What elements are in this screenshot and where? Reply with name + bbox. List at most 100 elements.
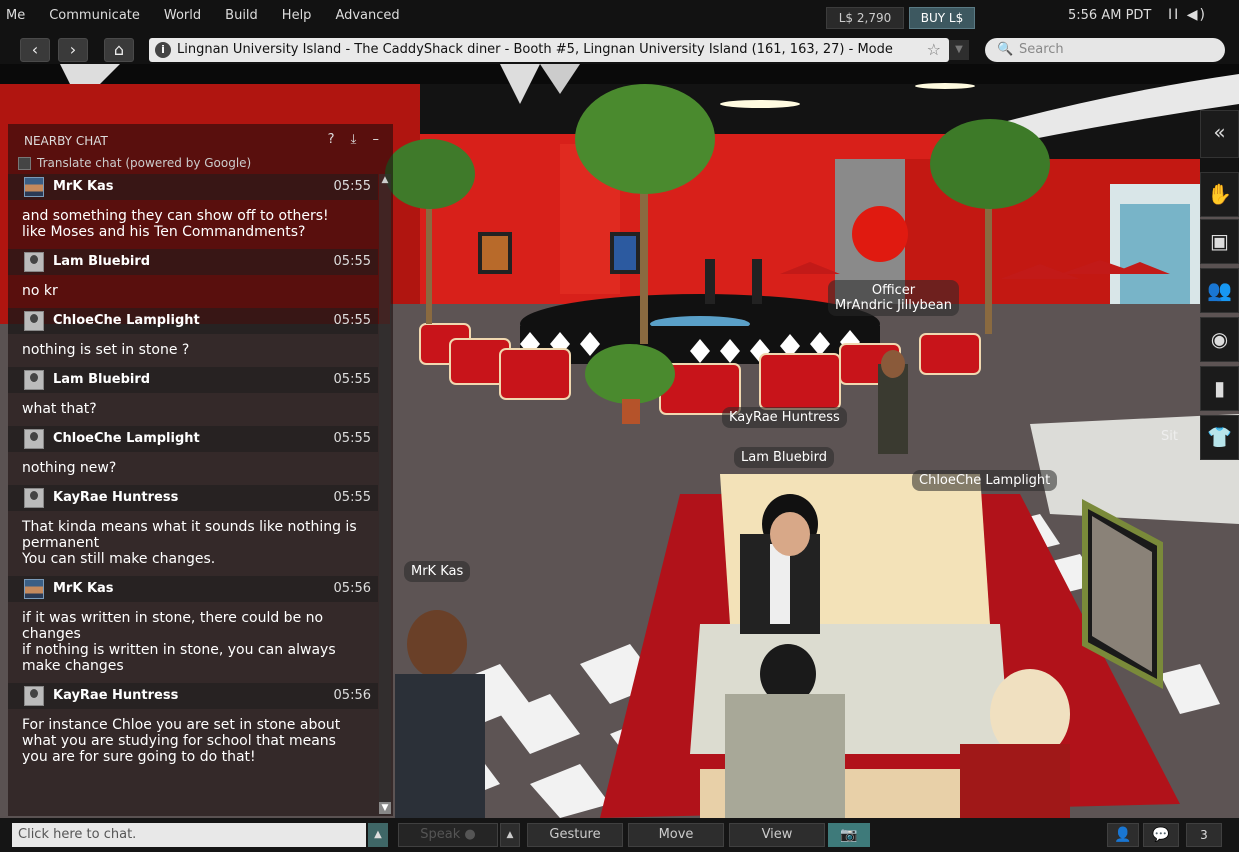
message-line: nothing is set in stone ?: [22, 342, 190, 358]
message-line: changes: [22, 626, 81, 642]
places-icon[interactable]: ◉: [1200, 317, 1239, 362]
avatar-icon[interactable]: [24, 686, 44, 706]
message-line: For instance Chloe you are set in stone …: [22, 717, 341, 733]
message-line: That kinda means what it sounds like not…: [22, 519, 357, 535]
sender-name[interactable]: Lam Bluebird: [53, 254, 150, 269]
location-bar[interactable]: i Lingnan University Island - The CaddyS…: [149, 38, 949, 62]
menu-advanced[interactable]: Advanced: [335, 8, 399, 23]
main-menu: Me Communicate World Build Help Advanced: [6, 8, 424, 23]
inventory-icon[interactable]: ▮: [1200, 366, 1239, 411]
message-text: nothing new?: [8, 452, 378, 480]
favorite-star-icon[interactable]: ☆: [927, 38, 941, 62]
chat-message: Lam Bluebird 05:55 no kr: [8, 249, 378, 303]
back-button[interactable]: ‹: [20, 38, 50, 62]
sit-hover-label[interactable]: Sit: [1154, 426, 1185, 447]
view-button[interactable]: View: [729, 823, 825, 847]
menu-help[interactable]: Help: [282, 8, 312, 23]
chat-message: ChloeChe Lamplight 05:55 nothing new?: [8, 426, 378, 480]
sender-name[interactable]: KayRae Huntress: [53, 490, 178, 505]
chat-message-header: MrK Kas 05:55: [8, 174, 378, 200]
sender-name[interactable]: ChloeChe Lamplight: [53, 313, 200, 328]
avatar-tag-chloe: ChloeChe Lamplight: [912, 470, 1058, 491]
sender-name[interactable]: MrK Kas: [53, 581, 114, 596]
message-time: 05:56: [333, 581, 371, 596]
message-text: That kinda means what it sounds like not…: [8, 511, 378, 571]
top-menu-bar: Me Communicate World Build Help Advanced…: [0, 0, 1239, 36]
speak-options-icon[interactable]: ▲: [500, 823, 520, 847]
chat-header-tools-icon[interactable]: ? ⤓ –: [328, 132, 385, 147]
profile-card-icon[interactable]: ▣: [1200, 219, 1239, 264]
appearance-shirt-icon[interactable]: 👕: [1200, 415, 1239, 460]
message-time: 05:55: [333, 431, 371, 446]
avatar-icon[interactable]: [24, 488, 44, 508]
snapshot-camera-icon[interactable]: 📷: [828, 823, 870, 847]
gestures-hand-icon[interactable]: ✋: [1200, 172, 1239, 217]
conversations-chat-icon[interactable]: 💬: [1143, 823, 1179, 847]
message-line: and something they can show off to other…: [22, 208, 329, 224]
menu-build[interactable]: Build: [225, 8, 258, 23]
chat-message: Lam Bluebird 05:55 what that?: [8, 367, 378, 421]
message-line: You can still make changes.: [22, 551, 216, 567]
avatar-icon[interactable]: [24, 579, 44, 599]
avatar-icon[interactable]: [24, 370, 44, 390]
scroll-up-icon[interactable]: ▲: [379, 174, 391, 186]
bottom-toolbar: Click here to chat. ▲ Speak ● ▲ Gesture …: [0, 818, 1239, 852]
message-line: you are for sure going to do that!: [22, 749, 256, 765]
sender-name[interactable]: MrK Kas: [53, 179, 114, 194]
avatar-icon[interactable]: [24, 252, 44, 272]
buy-currency-button[interactable]: BUY L$: [909, 7, 975, 29]
sender-name[interactable]: KayRae Huntress: [53, 688, 178, 703]
menu-world[interactable]: World: [164, 8, 201, 23]
info-icon[interactable]: i: [155, 42, 171, 58]
message-text: if it was written in stone, there could …: [8, 602, 378, 678]
collapse-sidebar-icon[interactable]: «: [1200, 110, 1239, 158]
message-line: what you are studying for school that me…: [22, 733, 336, 749]
forward-button[interactable]: ›: [58, 38, 88, 62]
message-line: what that?: [22, 401, 97, 417]
chat-message-header: KayRae Huntress 05:55: [8, 485, 378, 511]
chat-title: NEARBY CHAT: [24, 134, 108, 148]
sender-name[interactable]: ChloeChe Lamplight: [53, 431, 200, 446]
message-time: 05:55: [333, 254, 371, 269]
people-icon[interactable]: 👥: [1200, 268, 1239, 313]
scroll-down-icon[interactable]: ▼: [379, 802, 391, 814]
avatar-icon[interactable]: [24, 177, 44, 197]
media-controls-icon[interactable]: II ◀): [1168, 7, 1207, 23]
chat-message-header: MrK Kas 05:56: [8, 576, 378, 602]
home-button[interactable]: ⌂: [104, 38, 134, 62]
avatar-tag-mrk: MrK Kas: [404, 561, 471, 582]
avatar-icon[interactable]: [24, 429, 44, 449]
chat-message: KayRae Huntress 05:56 For instance Chloe…: [8, 683, 378, 769]
gesture-button[interactable]: Gesture: [527, 823, 623, 847]
message-line: no kr: [22, 283, 58, 299]
avatar-tag-officer-title: Officer: [871, 283, 916, 298]
message-time: 05:55: [333, 179, 371, 194]
chat-header: NEARBY CHAT ? ⤓ –: [8, 124, 393, 156]
chat-message-header: Lam Bluebird 05:55: [8, 249, 378, 275]
avatar-icon[interactable]: [24, 311, 44, 331]
navigation-bar: ‹ › ⌂ i Lingnan University Island - The …: [0, 36, 1239, 64]
avatar-tag-kayrae: KayRae Huntress: [722, 407, 847, 428]
my-profile-icon[interactable]: 👤: [1107, 823, 1139, 847]
message-time: 05:55: [333, 313, 371, 328]
translate-checkbox[interactable]: [18, 156, 31, 170]
sender-name[interactable]: Lam Bluebird: [53, 372, 150, 387]
move-button[interactable]: Move: [628, 823, 724, 847]
notifications-count-badge[interactable]: 3: [1186, 823, 1222, 847]
chat-message-header: ChloeChe Lamplight 05:55: [8, 426, 378, 452]
chat-history-toggle-icon[interactable]: ▲: [368, 823, 388, 847]
balance-display[interactable]: L$ 2,790: [826, 7, 904, 29]
search-input[interactable]: 🔍 Search: [985, 38, 1225, 62]
menu-communicate[interactable]: Communicate: [49, 8, 140, 23]
chat-scrollbar[interactable]: ▲ ▼: [379, 174, 391, 814]
chat-message: MrK Kas 05:56 if it was written in stone…: [8, 576, 378, 678]
speak-label: Speak: [420, 827, 461, 842]
avatar-tag-officer-name: MrAndric Jillybean: [835, 298, 952, 313]
translate-chat-option[interactable]: Translate chat (powered by Google): [18, 156, 251, 170]
message-line: if nothing is written in stone, you can …: [22, 642, 336, 658]
speak-button[interactable]: Speak ●: [398, 823, 498, 847]
location-dropdown-icon[interactable]: ▼: [949, 40, 969, 60]
menu-me[interactable]: Me: [6, 8, 25, 23]
clock: 5:56 AM PDT: [1068, 8, 1152, 23]
chat-input[interactable]: Click here to chat.: [12, 823, 366, 847]
